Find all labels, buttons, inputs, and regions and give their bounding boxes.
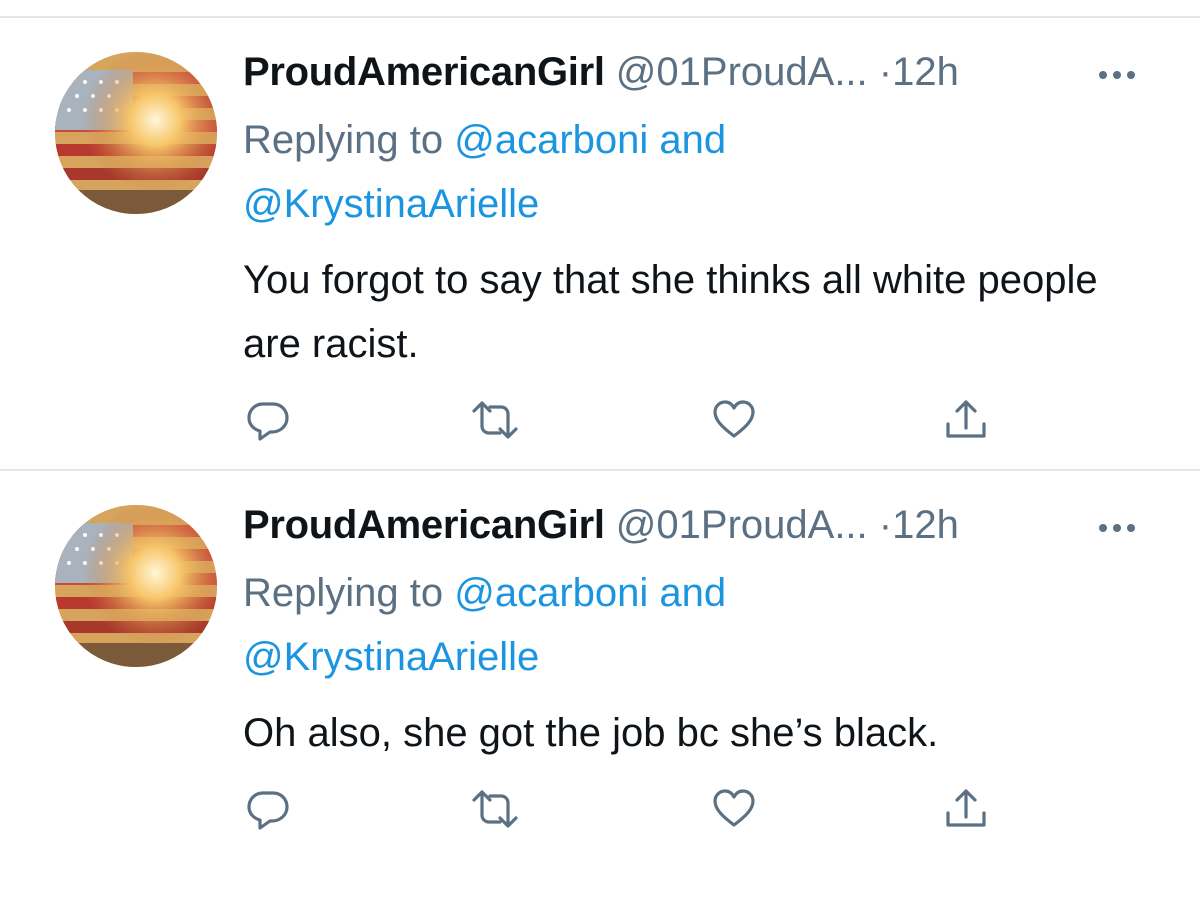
avatar[interactable] — [55, 505, 217, 667]
tweet-text: You forgot to say that she thinks all wh… — [243, 258, 1098, 366]
flag-avatar-image — [55, 505, 217, 667]
mention-krystinaarielle[interactable]: @KrystinaArielle — [243, 182, 539, 226]
replying-to-line-2: @KrystinaArielle — [243, 172, 539, 236]
display-name[interactable]: ProudAmericanGirl — [243, 503, 605, 547]
reply-icon[interactable] — [244, 785, 292, 833]
replying-to-label: Replying to — [243, 118, 444, 162]
display-name[interactable]: ProudAmericanGirl — [243, 50, 605, 94]
replying-to-line: Replying to @acarboni and — [243, 108, 726, 172]
tweet-header: ProudAmericanGirl @01ProudA... ·12h — [243, 48, 959, 96]
replying-to-label: Replying to — [243, 571, 444, 615]
mention-joiner[interactable]: and — [659, 118, 726, 162]
separator-dot: · — [878, 503, 893, 547]
more-icon[interactable] — [1097, 68, 1139, 80]
share-icon[interactable] — [942, 785, 990, 833]
replying-to-line: Replying to @acarboni and — [243, 561, 726, 625]
mention-joiner[interactable]: and — [659, 571, 726, 615]
mention-acarboni[interactable]: @acarboni — [454, 571, 648, 615]
retweet-icon[interactable] — [468, 785, 518, 833]
handle[interactable]: @01ProudA... — [616, 50, 868, 94]
handle[interactable]: @01ProudA... — [616, 503, 868, 547]
share-icon[interactable] — [942, 396, 990, 444]
timestamp[interactable]: 12h — [892, 503, 959, 547]
mention-acarboni[interactable]: @acarboni — [454, 118, 648, 162]
like-icon[interactable] — [710, 785, 758, 833]
tweet-header: ProudAmericanGirl @01ProudA... ·12h — [243, 501, 959, 549]
tweet-2[interactable]: ProudAmericanGirl @01ProudA... ·12h Repl… — [0, 471, 1200, 911]
avatar[interactable] — [55, 52, 217, 214]
like-icon[interactable] — [710, 396, 758, 444]
retweet-icon[interactable] — [468, 396, 518, 444]
tweet-text: Oh also, she got the job bc she’s black. — [243, 711, 939, 755]
more-icon[interactable] — [1097, 521, 1139, 533]
reply-icon[interactable] — [244, 396, 292, 444]
tweet-1[interactable]: ProudAmericanGirl @01ProudA... ·12h Repl… — [0, 18, 1200, 458]
mention-krystinaarielle[interactable]: @KrystinaArielle — [243, 635, 539, 679]
separator-dot: · — [878, 50, 893, 94]
flag-avatar-image — [55, 52, 217, 214]
replying-to-line-2: @KrystinaArielle — [243, 625, 539, 689]
timestamp[interactable]: 12h — [892, 50, 959, 94]
